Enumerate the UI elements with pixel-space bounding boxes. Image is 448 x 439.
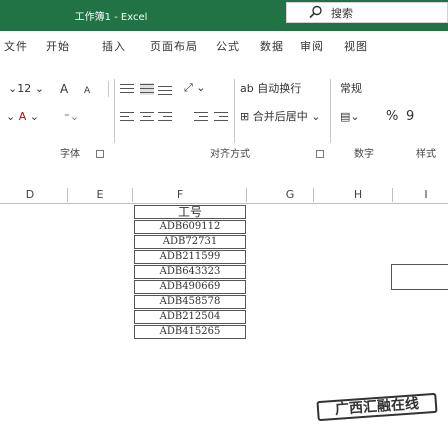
align-top-icon[interactable] xyxy=(120,83,134,95)
table-row[interactable]: ADB490669 xyxy=(134,280,246,294)
column-header-g[interactable]: G xyxy=(270,185,310,204)
wrap-text-icon: ab xyxy=(240,82,254,95)
title-bar: 工作簿1 - Excel 搜索 xyxy=(0,0,448,31)
font-color-button[interactable]: ⌄ A ⌄ xyxy=(6,110,39,124)
merge-center-label: 合并后居中 xyxy=(252,110,308,123)
divider xyxy=(330,79,331,143)
font-size-value: 12 xyxy=(17,82,32,95)
font-size-dropdown[interactable]: ⌄12 ⌄ xyxy=(8,82,44,96)
tab-review[interactable]: 审阅 xyxy=(300,38,324,54)
divider xyxy=(108,81,109,97)
grow-font-button[interactable]: A xyxy=(60,82,68,96)
window-title: 工作簿1 - Excel xyxy=(74,12,148,23)
group-label-font: 字体 xyxy=(60,149,80,160)
ribbon-tabs: 文件 开始 插入 页面布局 公式 数据 审阅 视图 xyxy=(0,31,448,57)
accounting-format-button[interactable]: ▤⌄ xyxy=(340,110,360,124)
table-row[interactable]: ADB212504 xyxy=(134,310,246,324)
number-format-dropdown[interactable]: 常规 xyxy=(340,82,362,96)
column-header-f[interactable]: F xyxy=(160,185,200,204)
wrap-text-button[interactable]: ab 自动换行 xyxy=(240,82,301,96)
chevron-down-icon: ⌄ xyxy=(69,110,80,123)
percent-style-button[interactable]: % xyxy=(386,110,398,124)
tab-data[interactable]: 数据 xyxy=(260,38,284,54)
wrap-text-label: 自动换行 xyxy=(257,82,302,95)
column-header-d[interactable]: D xyxy=(0,185,60,204)
column-divider[interactable] xyxy=(132,188,133,202)
tab-insert[interactable]: 插入 xyxy=(102,38,126,54)
divider xyxy=(234,79,235,143)
cell-border-fragment xyxy=(391,264,448,290)
table-row[interactable]: ADB72731 xyxy=(134,235,246,249)
table-row[interactable]: ADB211599 xyxy=(134,250,246,264)
table-row[interactable]: ADB643323 xyxy=(134,265,246,279)
column-headers: D E F G H I xyxy=(0,185,448,204)
column-divider[interactable] xyxy=(67,188,68,202)
tab-formulas[interactable]: 公式 xyxy=(216,38,240,54)
tab-file[interactable]: 文件 xyxy=(4,38,28,54)
column-header-i[interactable]: I xyxy=(406,185,446,204)
align-right-icon[interactable] xyxy=(158,111,172,123)
table-row[interactable]: ADB458578 xyxy=(134,295,246,309)
currency-icon: ▤ xyxy=(340,110,351,123)
column-divider[interactable] xyxy=(246,188,247,202)
align-left-icon[interactable] xyxy=(120,111,134,123)
merge-center-button[interactable]: ⊞ 合并后居中 ⌄ xyxy=(240,110,320,124)
chevron-down-icon: ⌄ xyxy=(6,110,19,123)
search-icon xyxy=(309,5,322,19)
chevron-down-icon: ⌄ xyxy=(8,82,18,95)
chevron-down-icon: ⌄ xyxy=(31,82,44,95)
tab-page-layout[interactable]: 页面布局 xyxy=(150,38,198,54)
font-dialog-launcher-icon[interactable] xyxy=(96,150,104,158)
orientation-icon[interactable]: ⤢ ⌄ xyxy=(184,81,206,95)
group-label-alignment: 对齐方式 xyxy=(210,149,250,160)
increase-indent-icon[interactable] xyxy=(214,111,228,123)
group-label-number: 数字 xyxy=(354,149,374,160)
align-center-icon[interactable] xyxy=(140,111,154,123)
ribbon: ⌄12 ⌄ A A ⌄ A ⌄ ⁼⌄ ⤢ ⌄ ab 自动换行 ⊞ 合并后居中 ⌄… xyxy=(0,57,448,171)
align-bottom-icon[interactable] xyxy=(158,83,172,95)
chevron-down-icon: ⌄ xyxy=(26,110,39,123)
tab-view[interactable]: 视图 xyxy=(344,38,368,54)
table-row[interactable]: ADB609112 xyxy=(134,220,246,234)
group-label-styles: 样式 xyxy=(416,149,436,160)
table-row[interactable]: ADB415265 xyxy=(134,325,246,339)
align-middle-icon[interactable] xyxy=(140,83,154,95)
shrink-font-button[interactable]: A xyxy=(84,84,90,98)
merge-icon: ⊞ xyxy=(240,110,253,123)
tab-home[interactable]: 开始 xyxy=(46,38,70,54)
column-f-header-cell[interactable]: 工号 xyxy=(134,205,246,219)
decrease-indent-icon[interactable] xyxy=(194,111,208,123)
column-header-e[interactable]: E xyxy=(80,185,120,204)
search-box[interactable]: 搜索 xyxy=(286,2,448,23)
chevron-down-icon: ⌄ xyxy=(350,110,360,123)
column-divider[interactable] xyxy=(313,188,314,202)
chevron-down-icon: ⌄ xyxy=(307,110,321,123)
column-header-h[interactable]: H xyxy=(338,185,378,204)
phonetic-button[interactable]: ⁼⌄ xyxy=(64,110,79,124)
comma-style-button[interactable]: 9 xyxy=(406,110,414,124)
alignment-dialog-launcher-icon[interactable] xyxy=(316,150,324,158)
column-divider[interactable] xyxy=(392,188,393,202)
divider xyxy=(114,79,115,143)
search-label: 搜索 xyxy=(331,7,353,20)
